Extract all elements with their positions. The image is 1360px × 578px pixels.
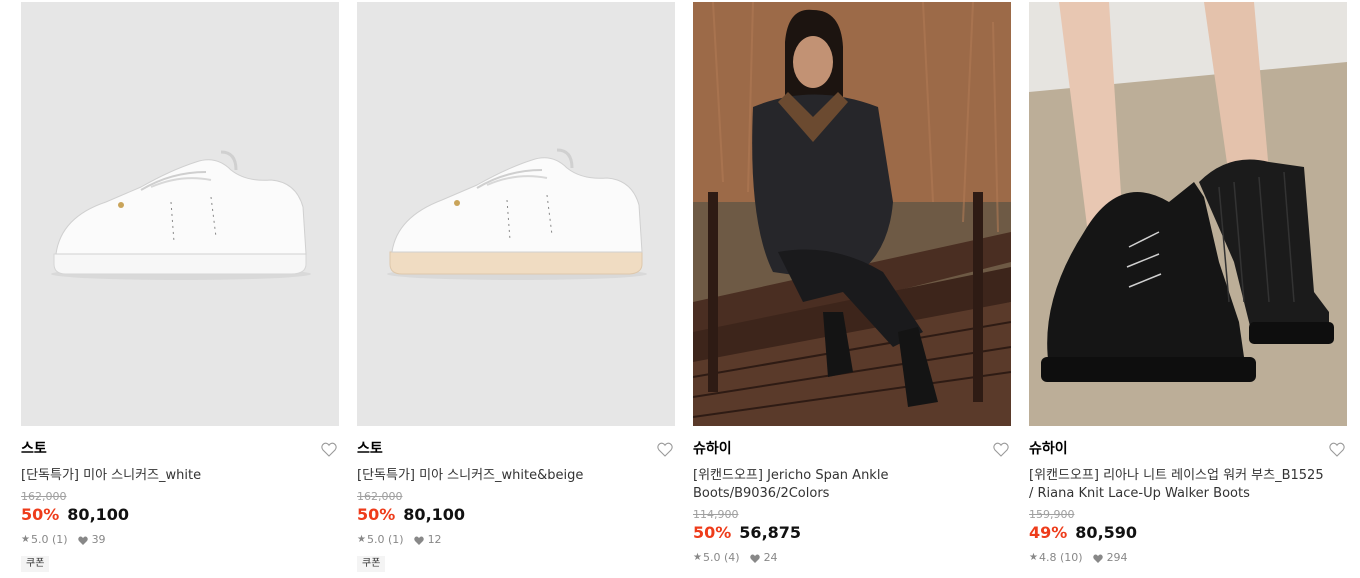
product-card[interactable]: 슈하이 [위캔드오프] Jericho Span Ankle Boots/B90…: [693, 2, 1011, 572]
product-name[interactable]: [위캔드오프] Jericho Span Ankle Boots/B9036/2…: [693, 467, 993, 503]
brand-name[interactable]: 스토: [357, 441, 675, 458]
star-icon: ★: [357, 534, 366, 545]
review-count: (1): [387, 533, 404, 546]
beige-sole-sneaker-photo[interactable]: [357, 2, 675, 426]
product-image[interactable]: [357, 2, 675, 426]
original-price: 162,000: [357, 490, 403, 503]
like-count: 39: [91, 533, 106, 546]
product-name[interactable]: [단독특가] 미아 스니커즈_white: [21, 467, 321, 485]
original-price: 162,000: [21, 490, 67, 503]
star-icon: ★: [693, 552, 702, 563]
review-count: (1): [51, 533, 68, 546]
star-icon: ★: [21, 534, 30, 545]
product-meta: ★ 5.0 (1) 12: [357, 533, 675, 547]
likes: 294: [1092, 551, 1128, 565]
heart-icon[interactable]: [1329, 442, 1345, 457]
product-card[interactable]: 슈하이 [위캔드오프] 리아나 니트 레이스업 워커 부츠_B1525 / Ri…: [1029, 2, 1347, 572]
review-count: (10): [1059, 551, 1083, 564]
star-icon: ★: [1029, 552, 1038, 563]
coupon-badge: 쿠폰: [21, 556, 50, 572]
product-image[interactable]: [693, 2, 1011, 426]
rating: 5.0: [30, 533, 49, 546]
product-card[interactable]: 스토 [단독특가] 미아 스니커즈_white 162,000 50% 80,10…: [21, 2, 339, 572]
product-name[interactable]: [위캔드오프] 리아나 니트 레이스업 워커 부츠_B1525 / Riana …: [1029, 467, 1329, 503]
discount-rate: 49%: [1029, 523, 1068, 542]
like-count: 24: [763, 551, 778, 564]
likes: 39: [77, 533, 106, 547]
product-meta: ★ 4.8 (10) 294: [1029, 551, 1347, 565]
rating: 4.8: [1038, 551, 1057, 564]
knit-walker-boots-photo[interactable]: [1029, 2, 1347, 426]
price-row: 50% 80,100: [21, 505, 339, 525]
product-card[interactable]: 스토 [단독특가] 미아 스니커즈_white&beige 162,000 50…: [357, 2, 675, 572]
likes: 12: [413, 533, 442, 547]
like-count: 12: [427, 533, 442, 546]
product-grid: 스토 [단독특가] 미아 스니커즈_white 162,000 50% 80,10…: [21, 2, 1347, 572]
discount-rate: 50%: [357, 505, 396, 524]
sale-price: 56,875: [739, 523, 802, 542]
price-row: 50% 80,100: [357, 505, 675, 525]
price-row: 50% 56,875: [693, 523, 1011, 543]
likes: 24: [749, 551, 778, 565]
original-price: 159,900: [1029, 508, 1075, 521]
sale-price: 80,590: [1075, 523, 1138, 542]
coupon-badge: 쿠폰: [357, 556, 386, 572]
product-meta: ★ 5.0 (4) 24: [693, 551, 1011, 565]
brand-name[interactable]: 슈하이: [693, 441, 1011, 458]
product-info: 슈하이 [위캔드오프] 리아나 니트 레이스업 워커 부츠_B1525 / Ri…: [1029, 426, 1347, 565]
heart-filled-icon: [77, 536, 88, 545]
white-sneaker-photo[interactable]: [21, 2, 339, 426]
review-count: (4): [723, 551, 740, 564]
rating: 5.0: [366, 533, 385, 546]
brand-name[interactable]: 스토: [21, 441, 339, 458]
product-image[interactable]: [1029, 2, 1347, 426]
product-info: 스토 [단독특가] 미아 스니커즈_white 162,000 50% 80,10…: [21, 426, 339, 572]
brand-name[interactable]: 슈하이: [1029, 441, 1347, 458]
model-on-bench-ankle-boots-photo[interactable]: [693, 2, 1011, 426]
heart-filled-icon: [413, 536, 424, 545]
heart-filled-icon: [1092, 554, 1103, 563]
discount-rate: 50%: [693, 523, 732, 542]
product-name[interactable]: [단독특가] 미아 스니커즈_white&beige: [357, 467, 657, 485]
price-row: 49% 80,590: [1029, 523, 1347, 543]
product-meta: ★ 5.0 (1) 39: [21, 533, 339, 547]
heart-icon[interactable]: [321, 442, 337, 457]
sale-price: 80,100: [403, 505, 466, 524]
rating: 5.0: [702, 551, 721, 564]
product-info: 슈하이 [위캔드오프] Jericho Span Ankle Boots/B90…: [693, 426, 1011, 565]
heart-filled-icon: [749, 554, 760, 563]
heart-icon[interactable]: [993, 442, 1009, 457]
sale-price: 80,100: [67, 505, 130, 524]
product-info: 스토 [단독특가] 미아 스니커즈_white&beige 162,000 50…: [357, 426, 675, 572]
like-count: 294: [1106, 551, 1128, 564]
heart-icon[interactable]: [657, 442, 673, 457]
original-price: 114,900: [693, 508, 739, 521]
product-image[interactable]: [21, 2, 339, 426]
discount-rate: 50%: [21, 505, 60, 524]
